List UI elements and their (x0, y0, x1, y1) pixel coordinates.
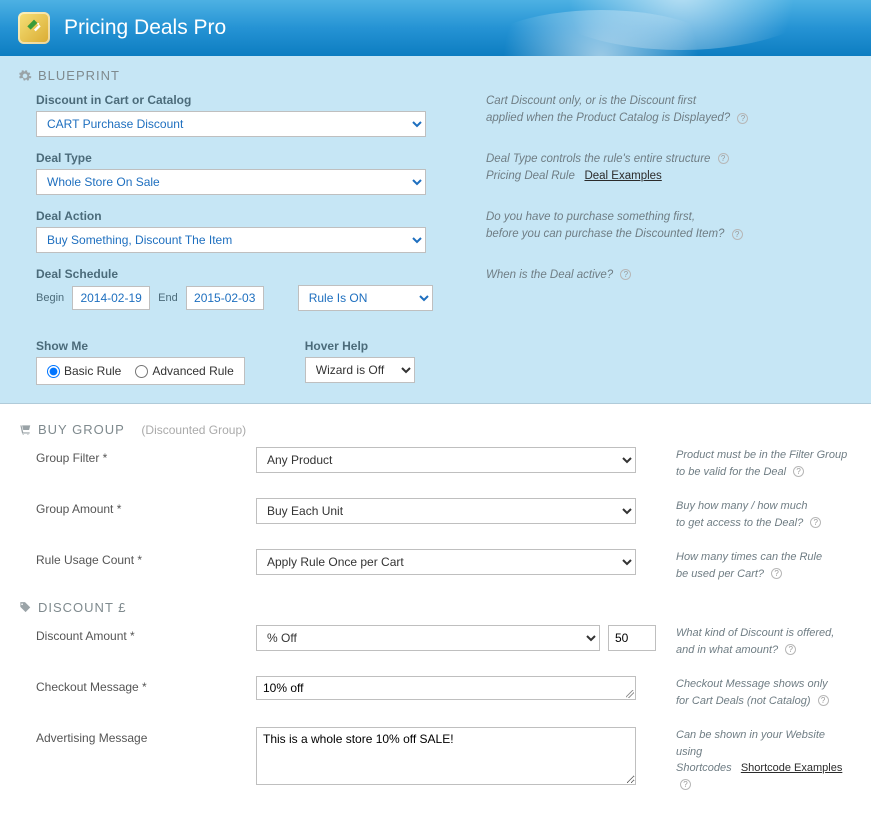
shortcode-examples-link[interactable]: Shortcode Examples (741, 762, 843, 774)
discount-in-hint: Cart Discount only, or is the Discount f… (486, 93, 853, 128)
begin-label: Begin (36, 292, 64, 304)
advanced-rule-radio[interactable]: Advanced Rule (135, 364, 233, 378)
deal-action-select[interactable]: Buy Something, Discount The Item (36, 227, 426, 253)
group-amount-label: Group Amount * (36, 498, 236, 516)
advertising-message-input[interactable] (256, 727, 636, 785)
buy-group-heading: BUY GROUP (Discounted Group) (18, 422, 853, 437)
help-icon[interactable]: ? (680, 779, 691, 790)
discount-heading: DISCOUNT £ (18, 600, 853, 615)
rule-usage-select[interactable]: Apply Rule Once per Cart (256, 549, 636, 575)
show-me-radio-group: Basic Rule Advanced Rule (36, 357, 245, 385)
checkout-message-hint: Checkout Message shows only for Cart Dea… (676, 676, 853, 709)
deal-schedule-hint: When is the Deal active? ? (486, 267, 853, 284)
tag-icon (18, 601, 32, 615)
advertising-message-label: Advertising Message (36, 727, 236, 745)
discount-amount-label: Discount Amount * (36, 625, 236, 643)
checkout-message-input[interactable] (256, 676, 636, 700)
help-icon[interactable]: ? (793, 466, 804, 477)
show-me-label: Show Me (36, 339, 245, 353)
checkout-message-label: Checkout Message * (36, 676, 236, 694)
basic-rule-radio[interactable]: Basic Rule (47, 364, 121, 378)
hover-help-select[interactable]: Wizard is Off (305, 357, 415, 383)
rule-usage-label: Rule Usage Count * (36, 549, 236, 567)
advertising-message-hint: Can be shown in your Website using Short… (676, 727, 853, 793)
help-icon[interactable]: ? (785, 644, 796, 655)
deal-type-label: Deal Type (36, 151, 466, 165)
discount-amount-hint: What kind of Discount is offered, and in… (676, 625, 853, 658)
begin-date-input[interactable] (72, 286, 150, 310)
discount-type-select[interactable]: % Off (256, 625, 600, 651)
group-filter-hint: Product must be in the Filter Group to b… (676, 447, 853, 480)
discount-amount-input[interactable] (608, 625, 656, 651)
help-icon[interactable]: ? (620, 269, 631, 280)
deal-action-hint: Do you have to purchase something first,… (486, 209, 853, 244)
deal-type-hint: Deal Type controls the rule's entire str… (486, 151, 853, 186)
group-filter-select[interactable]: Any Product (256, 447, 636, 473)
help-icon[interactable]: ? (771, 568, 782, 579)
deal-examples-link[interactable]: Deal Examples (584, 170, 661, 182)
gear-icon (18, 69, 32, 83)
deal-type-select[interactable]: Whole Store On Sale (36, 169, 426, 195)
deal-action-label: Deal Action (36, 209, 466, 223)
section-buy-group: BUY GROUP (Discounted Group) Group Filte… (0, 404, 871, 821)
app-logo-icon (18, 12, 50, 44)
blueprint-heading: BLUEPRINT (18, 68, 853, 83)
section-blueprint: BLUEPRINT Discount in Cart or Catalog CA… (0, 56, 871, 404)
app-header: Pricing Deals Pro (0, 0, 871, 56)
end-date-input[interactable] (186, 286, 264, 310)
deal-schedule-label: Deal Schedule (36, 267, 466, 281)
discount-in-label: Discount in Cart or Catalog (36, 93, 466, 107)
cart-icon (18, 423, 32, 437)
hover-help-label: Hover Help (305, 339, 415, 353)
help-icon[interactable]: ? (818, 695, 829, 706)
discount-in-select[interactable]: CART Purchase Discount (36, 111, 426, 137)
group-filter-label: Group Filter * (36, 447, 236, 465)
help-icon[interactable]: ? (732, 229, 743, 240)
help-icon[interactable]: ? (737, 113, 748, 124)
group-amount-select[interactable]: Buy Each Unit (256, 498, 636, 524)
rule-status-select[interactable]: Rule Is ON (298, 285, 433, 311)
group-amount-hint: Buy how many / how much to get access to… (676, 498, 853, 531)
rule-usage-hint: How many times can the Rule be used per … (676, 549, 853, 582)
app-title: Pricing Deals Pro (64, 16, 226, 40)
end-label: End (158, 292, 178, 304)
help-icon[interactable]: ? (718, 153, 729, 164)
help-icon[interactable]: ? (810, 517, 821, 528)
